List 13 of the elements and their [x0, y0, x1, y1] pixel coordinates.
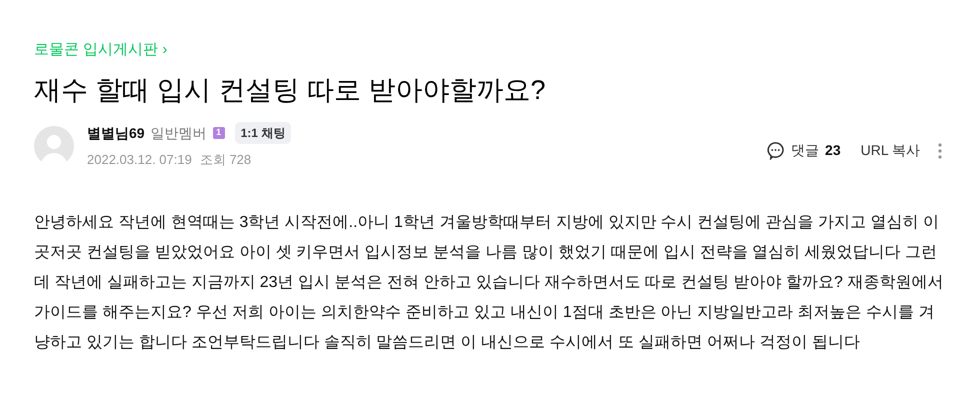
chat-button[interactable]: 1:1 채팅	[234, 122, 292, 144]
post-date: 2022.03.12. 07:19	[87, 151, 192, 169]
author-name[interactable]: 별별님69	[87, 122, 145, 144]
avatar-icon	[34, 126, 74, 166]
post-title: 재수 할때 입시 컨설팅 따로 받아야할까요?	[34, 74, 547, 107]
copy-url-link[interactable]: URL 복사	[860, 140, 920, 162]
level-badge: 1	[212, 127, 225, 139]
more-options-icon[interactable]	[938, 142, 942, 159]
speech-bubble-icon	[766, 141, 786, 160]
comments-link[interactable]: 댓글 23	[766, 140, 841, 162]
member-rank: 일반멤버	[150, 124, 207, 142]
view-count: 조회 728	[200, 151, 252, 169]
post-body: 안녕하세요 작년에 현역때는 3학년 시작전에..아니 1학년 겨울방학때부터 지방에 있지만 수시 컨설팅에 관심을 가지고 열심히 이곳저곳 컨설팅을 빋았었어요 아이 셋 키우면서 입시정보 분석을 나름 많이 했었기 때문에 입시 전략을 열심히 세웠었답니다 그런데 작년에 실패하고는 지금까지 23년 입시 분석은 전혀 안하고 있습니다 재수하면서도 따로 컨설팅 받아야 할까요? 재종학원에서 가이드를 해주는지요? 우선 저희 아이는 의치한약수 준비하고 있고 내신이 1점대 초반은 아닌 지방일반고라 최저높은 수시를 겨냥하고 있기는 합니다 조언부탁드립니다 솔직히 말씀드리면 이 내신으로 수시에서 또 실패하면 어쩌나 걱정이 됩니다	[34, 212, 944, 352]
